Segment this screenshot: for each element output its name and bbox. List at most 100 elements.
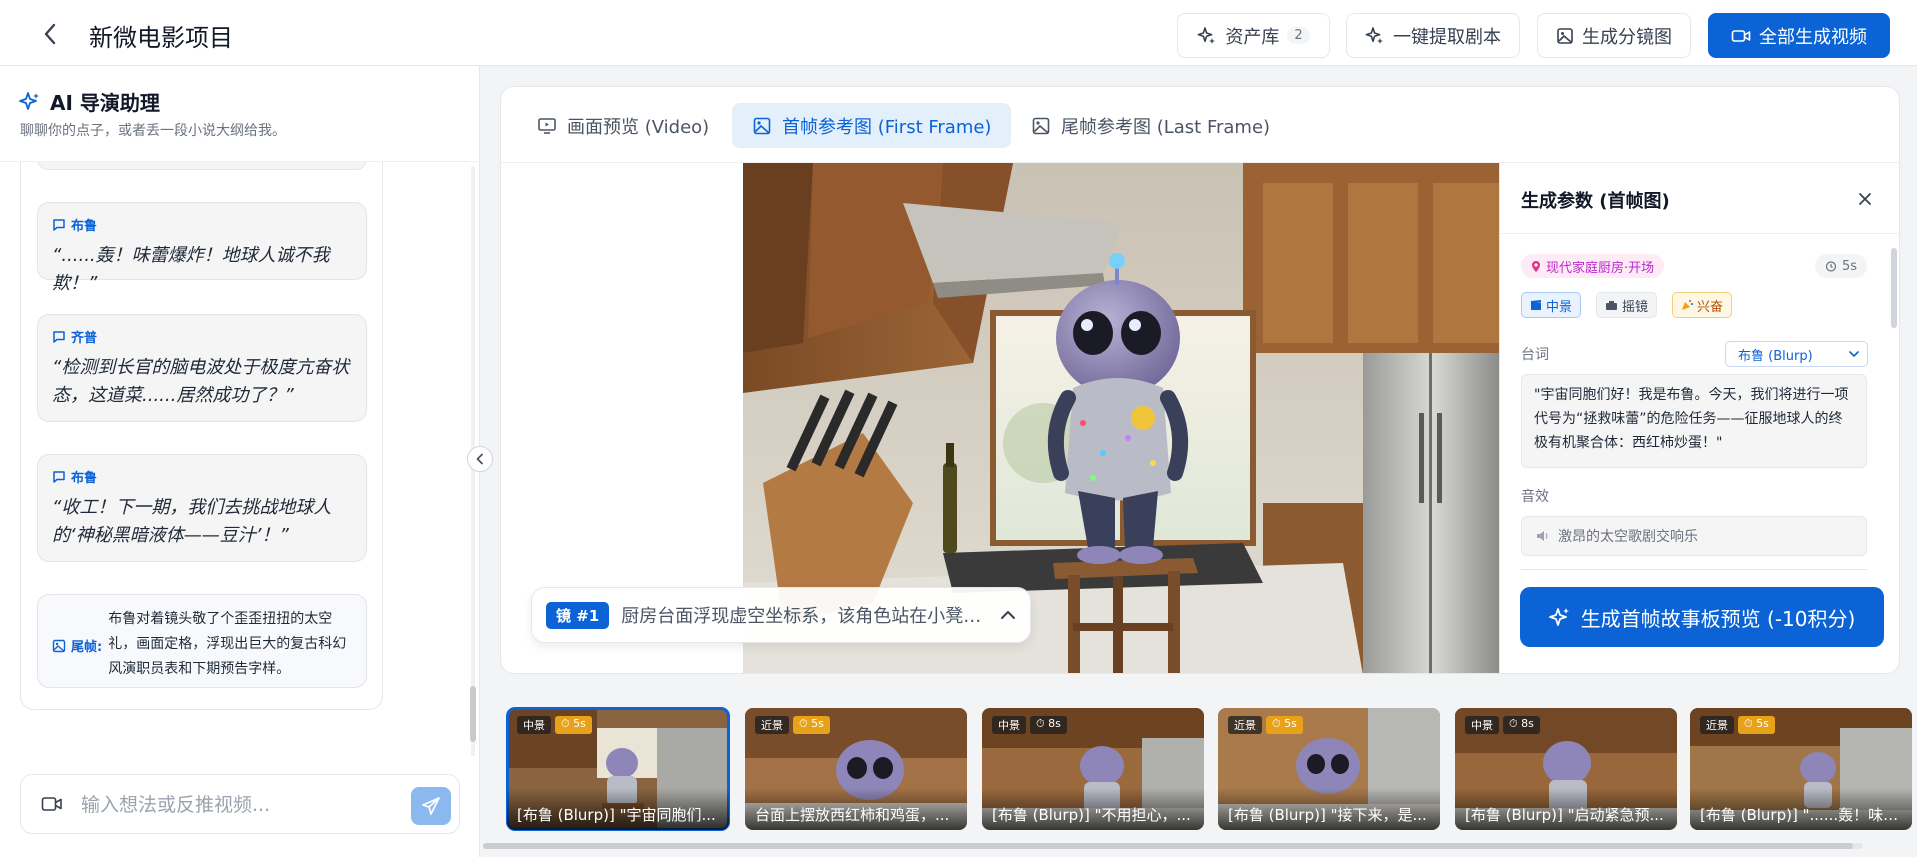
shot-thumbnail[interactable]: 中景 ⏱ 8s [布鲁 (Blurp)] "不用担心，... <box>982 708 1204 830</box>
video-camera-icon[interactable] <box>41 795 63 813</box>
params-body: 现代家庭厨房·开场 5s 中景 摇镜 兴奋 台词 布鲁 (Blurp) "宇宙同… <box>1500 233 1899 570</box>
camera-icon <box>1606 300 1617 310</box>
duration-badge: ⏱ 8s <box>1030 716 1067 734</box>
asset-library-button[interactable]: 资产库 2 <box>1177 13 1330 58</box>
shot-type-badge: 中景 <box>1465 716 1499 734</box>
shot-caption-bar[interactable]: 镜 #1 厨房台面浮现虚空坐标系，该角色站在小凳子... <box>531 587 1031 643</box>
sparkle-icon <box>1365 26 1383 44</box>
shot-type-badge: 近景 <box>755 716 789 734</box>
image-icon <box>52 639 66 652</box>
message-text: “收工！下一期，我们去挑战地球人的‘神秘黑暗液体——豆汁’！” <box>52 497 332 546</box>
extract-script-label: 一键提取剧本 <box>1393 26 1501 48</box>
monitor-play-icon <box>538 117 556 134</box>
asset-count-badge: 2 <box>1287 27 1310 44</box>
shot-number-tag: 镜 #1 <box>546 601 610 629</box>
message-speaker: 齐普 <box>52 327 352 346</box>
chevron-left-icon <box>476 453 483 465</box>
generate-storyboard-button[interactable]: 生成分镜图 <box>1537 13 1691 58</box>
camera-move-tag[interactable]: 摇镜 <box>1596 292 1658 318</box>
preview-tabs: 画面预览 (Video) 首帧参考图 (First Frame) 尾帧参考图 (… <box>501 87 1899 163</box>
thumbnail-caption: [布鲁 (Blurp)] "接下来，是... <box>1218 788 1440 830</box>
generate-all-videos-button[interactable]: 全部生成视频 <box>1708 13 1890 58</box>
timer-icon <box>1825 261 1837 272</box>
shot-type-tag[interactable]: 中景 <box>1521 292 1582 318</box>
chat-message: 布鲁 “收工！下一期，我们去挑战地球人的‘神秘黑暗液体——豆汁’！” <box>37 454 367 562</box>
sparkle-icon <box>1197 26 1216 44</box>
chevron-up-icon[interactable] <box>1000 610 1016 620</box>
message-speaker: 布鲁 <box>52 467 352 486</box>
shot-type-badge: 中景 <box>517 716 551 734</box>
tab-video-preview[interactable]: 画面预览 (Video) <box>517 103 729 148</box>
asset-library-label: 资产库 <box>1225 26 1280 48</box>
generation-params-panel: 生成参数 (首帧图) 现代家庭厨房·开场 5s 中景 摇镜 兴奋 台词 布鲁 (… <box>1499 163 1899 673</box>
send-button[interactable] <box>411 787 451 825</box>
duration-badge: ⏱ 8s <box>1503 716 1540 734</box>
last-frame-label: 尾帧: <box>52 607 102 682</box>
image-icon <box>753 117 771 134</box>
tab-first-frame[interactable]: 首帧参考图 (First Frame) <box>732 103 1012 148</box>
video-camera-icon <box>1731 29 1751 42</box>
chat-bubble-icon <box>53 470 65 483</box>
top-bar: 新微电影项目 资产库 2 一键提取剧本 生成分镜图 全部生成视频 <box>0 0 1917 66</box>
project-title: 新微电影项目 <box>89 24 233 52</box>
speaker-icon <box>1537 531 1548 541</box>
shot-filmstrip: 中景 ⏱ 5s [布鲁 (Blurp)] "宇宙同胞们... 近景 ⏱ 5s 台面上… <box>500 700 1917 834</box>
duration-badge: ⏱ 5s <box>555 716 592 734</box>
sidebar-subtitle: 聊聊你的点子，或者丢一段小说大纲给我。 <box>20 123 286 139</box>
generate-all-videos-label: 全部生成视频 <box>1759 26 1867 48</box>
chevron-down-icon <box>1849 350 1859 357</box>
shot-thumbnail[interactable]: 近景 ⏱ 5s 台面上摆放西红柿和鸡蛋，... <box>745 708 967 830</box>
generate-first-frame-button[interactable]: 生成首帧故事板预览 (-10积分) <box>1520 587 1884 647</box>
thumbnail-caption: [布鲁 (Blurp)] "宇宙同胞们... <box>507 788 729 830</box>
shot-thumbnail[interactable]: 中景 ⏱ 5s [布鲁 (Blurp)] "宇宙同胞们... <box>506 707 730 831</box>
shot-thumbnail[interactable]: 近景 ⏱ 5s [布鲁 (Blurp)] "......轰！味蕾... <box>1690 708 1912 830</box>
shot-type-badge: 中景 <box>992 716 1026 734</box>
tab-last-frame[interactable]: 尾帧参考图 (Last Frame) <box>1011 103 1290 148</box>
chat-bubble-icon <box>53 330 65 343</box>
sidebar-header: AI 导演助理 聊聊你的点子，或者丢一段小说大纲给我。 <box>0 66 480 162</box>
chat-input[interactable] <box>81 789 401 821</box>
mood-tag[interactable]: 兴奋 <box>1672 292 1733 318</box>
message-speaker: 布鲁 <box>52 215 352 234</box>
thumbnail-caption: [布鲁 (Blurp)] "......轰！味蕾... <box>1690 788 1912 830</box>
duration-badge: ⏱ 5s <box>1738 716 1775 734</box>
previous-message-edge <box>37 162 367 170</box>
editor-panel: 画面预览 (Video) 首帧参考图 (First Frame) 尾帧参考图 (… <box>500 86 1900 674</box>
image-icon <box>1032 117 1050 134</box>
shot-thumbnail[interactable]: 近景 ⏱ 5s [布鲁 (Blurp)] "接下来，是... <box>1218 708 1440 830</box>
dialogue-text[interactable]: "宇宙同胞们好！我是布鲁。今天，我们将进行一项代号为“拯救味蕾”的危险任务——征… <box>1521 374 1867 468</box>
sfx-field[interactable]: 激昂的太空歌剧交响乐 <box>1521 516 1867 556</box>
params-title: 生成参数 (首帧图) <box>1521 191 1670 212</box>
sfx-label: 音效 <box>1521 489 1549 505</box>
back-icon[interactable] <box>36 20 64 48</box>
last-frame-text: 布鲁对着镜头敬了个歪歪扭扭的太空礼，画面定格，浮现出巨大的复古科幻风演职员表和下… <box>108 611 347 677</box>
chat-input-box <box>20 774 460 834</box>
generate-storyboard-label: 生成分镜图 <box>1582 26 1672 48</box>
chat-history[interactable]: 布鲁 “......轰！味蕾爆炸！地球人诚不我欺！” 齐普 “检测到长官的脑电波… <box>20 162 383 710</box>
thumbnail-caption: [布鲁 (Blurp)] "不用担心，... <box>982 788 1204 830</box>
divider <box>1521 569 1867 570</box>
duration-chip: 5s <box>1815 254 1868 278</box>
extract-script-button[interactable]: 一键提取剧本 <box>1346 13 1520 58</box>
thumbnail-caption: 台面上摆放西红柿和鸡蛋，... <box>745 788 967 830</box>
speaker-select[interactable]: 布鲁 (Blurp) <box>1725 341 1868 367</box>
ai-director-sidebar: AI 导演助理 聊聊你的点子，或者丢一段小说大纲给我。 布鲁 “......轰！… <box>0 66 480 857</box>
close-icon[interactable] <box>1853 187 1877 211</box>
shot-thumbnail[interactable]: 中景 ⏱ 8s [布鲁 (Blurp)] "启动紧急预... <box>1455 708 1677 830</box>
sidebar-title: AI 导演助理 <box>50 91 160 115</box>
chat-message: 布鲁 “......轰！味蕾爆炸！地球人诚不我欺！” <box>37 202 367 294</box>
sparkle-icon <box>19 92 39 110</box>
params-scrollbar[interactable] <box>1891 248 1897 548</box>
chat-bubble-icon <box>53 218 65 231</box>
duration-badge: ⏱ 5s <box>1266 716 1303 734</box>
collapse-sidebar-button[interactable] <box>467 446 493 472</box>
message-text: “......轰！味蕾爆炸！地球人诚不我欺！” <box>52 245 330 294</box>
message-text: “检测到长官的脑电波处于极度亢奋状态，这道菜......居然成功了？” <box>52 357 350 406</box>
thumbnail-caption: [布鲁 (Blurp)] "启动紧急预... <box>1455 788 1677 830</box>
location-chip: 现代家庭厨房·开场 <box>1521 254 1665 278</box>
send-icon <box>422 797 440 815</box>
dialogue-label: 台词 <box>1521 347 1549 363</box>
last-frame-note: 尾帧: 布鲁对着镜头敬了个歪歪扭扭的太空礼，画面定格，浮现出巨大的复古科幻风演职… <box>37 594 367 688</box>
filmstrip-scrollbar[interactable] <box>483 843 1863 849</box>
party-popper-icon <box>1682 300 1693 310</box>
